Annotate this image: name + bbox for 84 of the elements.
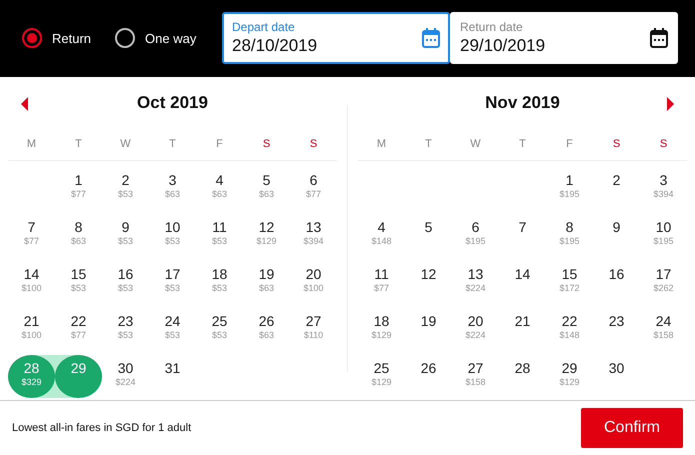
calendar-day[interactable]: 6 $77 [290,166,337,210]
calendar-day[interactable]: 31 [149,354,196,398]
calendar-day[interactable]: 25 $53 [196,308,243,351]
calendar-day[interactable]: 17 $53 [149,260,196,304]
calendar-day[interactable]: 10 $53 [149,214,196,257]
calendar-day[interactable]: 17 $262 [640,260,687,304]
calendar-day[interactable]: 10 $195 [640,214,687,257]
calendar-day[interactable]: 20 $224 [452,308,499,351]
calendar-day[interactable]: 22 $148 [546,308,593,351]
calendar-day[interactable]: 28 [499,354,546,398]
weekday-label: M [26,138,36,150]
calendar-day[interactable]: 7 $77 [8,214,55,257]
calendar-day[interactable]: 18 $53 [196,260,243,304]
weekday-label: T [169,138,176,150]
weekday-label: T [75,138,82,150]
calendar-day[interactable]: 8 $63 [55,214,102,257]
fare-note: Lowest all-in fares in SGD for 1 adult [12,422,192,434]
month-title: Nov 2019 [485,92,560,113]
calendar-day[interactable]: 18 $129 [358,308,405,351]
date-field[interactable]: Return date 29/10/2019 [450,12,678,64]
calendar-day[interactable]: 5 [405,214,452,257]
month-title: Oct 2019 [137,92,208,113]
calendar-day[interactable]: 30 [593,354,640,398]
calendar-day[interactable]: 27 $110 [290,308,337,351]
calendar-day[interactable]: 4 $63 [196,166,243,210]
calendar-day[interactable]: 9 [593,214,640,257]
calendar-day[interactable]: 16 $53 [102,260,149,304]
next-month-button[interactable] [665,96,675,111]
weekday-label: F [216,138,223,150]
calendar-day[interactable]: 6 $195 [452,214,499,257]
confirm-button[interactable]: Confirm [581,408,683,448]
calendar-day[interactable]: 7 [499,214,546,257]
calendar-day[interactable]: 19 [405,308,452,351]
calendar-day[interactable]: 21 [499,308,546,351]
calendar-day[interactable]: 14 $100 [8,260,55,304]
weekday-label: S [660,138,668,150]
calendar-day[interactable]: 5 $63 [243,166,290,210]
calendar-day[interactable]: 23 [593,308,640,351]
weekday-label: F [566,138,573,150]
calendar-day[interactable]: 8 $195 [546,214,593,257]
calendar-day[interactable]: 26 [405,354,452,398]
calendar-day[interactable]: 1 $77 [55,166,102,210]
calendar-day[interactable]: 24 $53 [149,308,196,351]
calendar-day[interactable]: 24 $158 [640,308,687,351]
calendar-day[interactable]: 12 $129 [243,214,290,257]
calendar-day[interactable]: 11 $77 [358,260,405,304]
calendar-day[interactable]: 27 $158 [452,354,499,398]
calendar-day[interactable]: 20 $100 [290,260,337,304]
weekday-label: S [262,138,270,150]
weekday-label: W [120,138,131,150]
weekday-label: T [519,138,526,150]
calendar-day[interactable]: 23 $53 [102,308,149,351]
calendar-day[interactable]: 2 [593,166,640,210]
trip-type-radio[interactable]: Return [22,28,92,48]
calendar-day[interactable]: 29 $129 [546,354,593,398]
calendar-day[interactable]: 13 $224 [452,260,499,304]
date-field[interactable]: Depart date 28/10/2019 [222,12,450,64]
calendar-day[interactable]: 1 $195 [546,166,593,210]
calendar-day[interactable]: 30 $224 [102,354,149,398]
calendar-day[interactable]: 11 $53 [196,214,243,257]
calendar-day[interactable]: 16 [593,260,640,304]
weekday-label: S [310,138,318,150]
calendar-icon[interactable] [650,28,668,48]
weekday-label: M [376,138,386,150]
calendar-day[interactable]: 21 $100 [8,308,55,351]
calendar-day[interactable]: 13 $394 [290,214,337,257]
calendar-day[interactable]: 9 $53 [102,214,149,257]
trip-type-radio[interactable]: One way [115,28,196,48]
calendar-day[interactable]: 3 $394 [640,166,687,210]
calendar-day[interactable]: 22 $77 [55,308,102,351]
previous-month-button[interactable] [20,96,30,111]
calendar-day[interactable]: 14 [499,260,546,304]
weekday-label: W [470,138,481,150]
calendar-day[interactable]: 25 $129 [358,354,405,398]
calendar-day[interactable]: 12 [405,260,452,304]
calendar-day[interactable]: 19 $63 [243,260,290,304]
calendar-day[interactable]: 26 $63 [243,308,290,351]
calendar-day[interactable]: 4 $148 [358,214,405,257]
weekday-label: S [612,138,620,150]
calendar-day[interactable]: 15 $172 [546,260,593,304]
calendar-day[interactable]: 3 $63 [149,166,196,210]
calendar-day[interactable]: 2 $53 [102,166,149,210]
weekday-label: T [425,138,432,150]
calendar-day[interactable]: 15 $53 [55,260,102,304]
